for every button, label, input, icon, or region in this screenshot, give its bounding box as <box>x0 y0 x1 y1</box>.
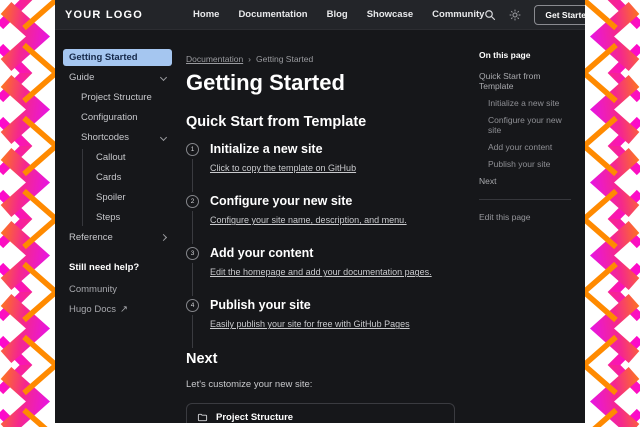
step-title: Add your content <box>210 246 455 260</box>
get-started-button[interactable]: Get Started <box>534 5 585 25</box>
site-logo[interactable]: YOUR LOGO <box>65 9 143 21</box>
sidebar-item-configuration[interactable]: Configuration <box>75 109 172 126</box>
sidebar-help-header: Still need help? <box>69 262 166 273</box>
sidebar-item-label: Steps <box>96 212 120 223</box>
sidebar-item-hugo-docs[interactable]: Hugo Docs ↗ <box>63 301 172 318</box>
section-heading-next: Next <box>186 351 455 367</box>
step-link[interactable]: Edit the homepage and add your documenta… <box>210 267 432 277</box>
toc-item-publish[interactable]: Publish your site <box>488 159 577 169</box>
external-link-icon: ↗ <box>120 304 128 315</box>
next-intro-text: Let's customize your new site: <box>186 379 455 390</box>
sidebar-item-getting-started[interactable]: Getting Started <box>63 49 172 66</box>
chevron-right-icon <box>160 234 167 241</box>
theme-toggle-icon[interactable] <box>509 9 521 21</box>
navbar-actions: Get Started <box>484 5 585 25</box>
sidebar-item-label: Shortcodes <box>81 132 129 143</box>
background-pattern <box>580 0 640 427</box>
toc-item-add-content[interactable]: Add your content <box>488 142 577 152</box>
sidebar-item-project-structure[interactable]: Project Structure <box>75 89 172 106</box>
toc-divider <box>479 199 571 200</box>
sidebar-item-reference[interactable]: Reference <box>63 229 172 246</box>
chevron-down-icon <box>160 134 167 141</box>
sidebar-item-shortcodes[interactable]: Shortcodes <box>75 129 172 146</box>
toc-header: On this page <box>479 50 577 60</box>
step-number-badge: 1 <box>186 143 199 156</box>
nav-item-documentation[interactable]: Documentation <box>238 9 307 20</box>
step-number-badge: 2 <box>186 195 199 208</box>
top-navbar: YOUR LOGO Home Documentation Blog Showca… <box>55 0 585 30</box>
nav-links: Home Documentation Blog Showcase Communi… <box>193 9 484 20</box>
sidebar-item-label: Callout <box>96 152 126 163</box>
nav-item-showcase[interactable]: Showcase <box>367 9 413 20</box>
folder-icon <box>197 412 208 423</box>
toc-item-quick-start[interactable]: Quick Start from Template <box>479 71 577 91</box>
toc-item-next[interactable]: Next <box>479 176 577 186</box>
sidebar-item-spoiler[interactable]: Spoiler <box>90 189 172 206</box>
toc-item-configure[interactable]: Configure your new site <box>488 115 577 135</box>
step-4: 4 Publish your site Easily publish your … <box>186 298 455 332</box>
nav-item-home[interactable]: Home <box>193 9 219 20</box>
step-1: 1 Initialize a new site Click to copy th… <box>186 142 455 176</box>
section-heading-quick-start: Quick Start from Template <box>186 114 455 130</box>
breadcrumb-current: Getting Started <box>256 54 313 64</box>
step-title: Initialize a new site <box>210 142 455 156</box>
sidebar-item-label: Cards <box>96 172 121 183</box>
step-link[interactable]: Click to copy the template on GitHub <box>210 163 356 173</box>
sidebar-item-label: Configuration <box>81 112 138 123</box>
step-number-badge: 4 <box>186 299 199 312</box>
sidebar-item-community[interactable]: Community <box>63 281 172 298</box>
sidebar-item-label: Hugo Docs <box>69 304 116 315</box>
nav-item-blog[interactable]: Blog <box>327 9 348 20</box>
step-2: 2 Configure your new site Configure your… <box>186 194 455 228</box>
sidebar-item-guide[interactable]: Guide <box>63 69 172 86</box>
background-pattern <box>0 0 60 427</box>
sidebar-subgroup-shortcodes: Callout Cards Spoiler Steps <box>82 149 172 226</box>
sidebar-item-callout[interactable]: Callout <box>90 149 172 166</box>
sidebar-item-steps[interactable]: Steps <box>90 209 172 226</box>
breadcrumb-documentation[interactable]: Documentation <box>186 54 243 64</box>
sidebar-item-cards[interactable]: Cards <box>90 169 172 186</box>
sidebar-item-label: Guide <box>69 72 94 83</box>
page-title: Getting Started <box>186 71 455 95</box>
search-icon[interactable] <box>484 9 496 21</box>
card-label: Project Structure <box>216 412 293 423</box>
step-link[interactable]: Configure your site name, description, a… <box>210 215 407 225</box>
breadcrumb: Documentation › Getting Started <box>186 54 455 64</box>
sidebar-item-label: Community <box>69 284 117 295</box>
sidebar-item-label: Project Structure <box>81 92 152 103</box>
nav-item-community[interactable]: Community <box>432 9 484 20</box>
sidebar-item-label: Reference <box>69 232 113 243</box>
sidebar-item-label: Getting Started <box>69 52 138 63</box>
step-title: Publish your site <box>210 298 455 312</box>
sidebar-item-label: Spoiler <box>96 192 126 203</box>
breadcrumb-separator: › <box>248 54 251 64</box>
on-this-page-panel: On this page Quick Start from Template I… <box>473 30 585 423</box>
toc-item-initialize[interactable]: Initialize a new site <box>488 98 577 108</box>
content-columns: Getting Started Guide Project Structure … <box>55 30 585 423</box>
step-number-badge: 3 <box>186 247 199 260</box>
main-content: Documentation › Getting Started Getting … <box>178 30 473 423</box>
step-title: Configure your new site <box>210 194 455 208</box>
step-link[interactable]: Easily publish your site for free with G… <box>210 319 410 329</box>
left-sidebar: Getting Started Guide Project Structure … <box>55 30 178 423</box>
edit-this-page-link[interactable]: Edit this page <box>479 212 577 222</box>
step-3: 3 Add your content Edit the homepage and… <box>186 246 455 280</box>
app-window: YOUR LOGO Home Documentation Blog Showca… <box>55 0 585 423</box>
card-project-structure[interactable]: Project Structure <box>186 403 455 423</box>
chevron-down-icon <box>160 74 167 81</box>
